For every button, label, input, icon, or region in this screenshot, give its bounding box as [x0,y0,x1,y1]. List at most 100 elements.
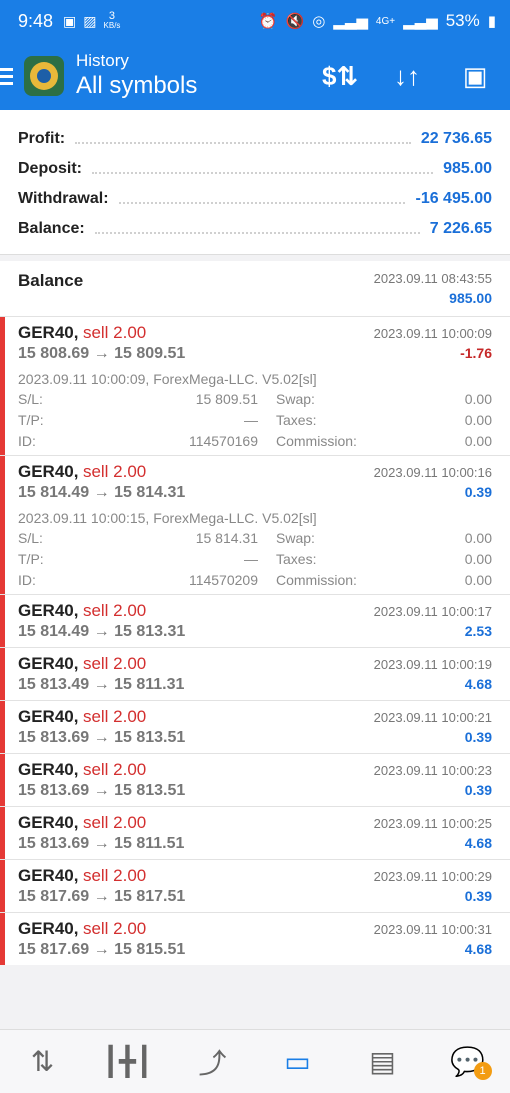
messages-icon[interactable]: 💬 1 [446,1040,492,1084]
deal-time: 2023.09.11 10:00:09 [373,326,492,341]
mute-icon: 🔇 [285,13,305,30]
summary-label: Profit: [18,130,66,147]
header-titles[interactable]: History All symbols [76,51,197,101]
balance-entry-time: 2023.09.11 08:43:55 [373,271,492,286]
deal-row[interactable]: GER40, sell 2.00 2023.09.11 10:00:29 15 81… [0,859,510,912]
deal-profit: -1.76 [460,345,492,361]
battery-icon: ▮ [487,13,496,30]
deal-side: sell 2.00 [82,654,147,673]
header-title: All symbols [76,72,198,99]
deal-prices: 15 808.69 → 15 809.51 [18,345,186,362]
deal-time: 2023.09.11 10:00:25 [373,816,492,831]
deal-comment: 2023.09.11 10:00:09, ForexMega-LLC. V5.0… [18,371,317,387]
detail-label: Swap: [276,530,315,546]
deal-prices: 15 814.49 → 15 813.31 [18,623,186,640]
detail-value: 15 809.51 [195,391,258,407]
deal-row[interactable]: GER40, sell 2.00 2023.09.11 10:00:31 15 81… [0,912,510,965]
summary-label: Deposit: [18,160,82,177]
summary-deposit: Deposit: 985.00 [18,154,492,184]
deal-profit: 4.68 [464,835,492,851]
deal-prices: 15 817.69 → 15 817.51 [18,888,186,905]
deal-profit: 4.68 [464,941,492,957]
deal-symbol: GER40, [18,760,79,779]
detail-label: ID: [18,572,36,588]
dollar-exchange-icon[interactable]: $⇅ [322,61,358,92]
deal-profit: 0.39 [464,729,492,745]
deal-profit: 0.39 [464,484,492,500]
detail-label: Taxes: [276,412,317,428]
deal-time: 2023.09.11 10:00:29 [373,869,492,884]
deal-profit: 0.39 [464,782,492,798]
history-icon[interactable]: ▭ [276,1040,320,1084]
balance-entry[interactable]: Balance 2023.09.11 08:43:55 985.00 [0,261,510,316]
dotted-leader [94,224,420,234]
detail-label: T/P: [18,412,44,428]
summary-value: 985.00 [443,160,492,177]
deal-prices: 15 817.69 → 15 815.51 [18,941,186,958]
network-type: 4G+ [375,15,396,27]
detail-label: S/L: [18,391,43,407]
deal-side: sell 2.00 [82,707,147,726]
deal-side: sell 2.00 [82,601,147,620]
chart-icon[interactable]: ┃╋┃ [102,1040,153,1084]
detail-label: Swap: [276,391,315,407]
trade-icon[interactable]: ⤴ [191,1040,235,1084]
deal-side: sell 2.00 [82,462,147,481]
deal-row[interactable]: GER40, sell 2.00 2023.09.11 10:00:21 15 81… [0,700,510,753]
detail-value: 0.00 [464,433,492,449]
notification-badge: 1 [473,1061,492,1080]
calendar-icon[interactable]: ▣ [458,61,492,92]
deal-symbol: GER40, [18,707,79,726]
deal-row[interactable]: GER40, sell 2.00 2023.09.11 10:00:09 15 80… [0,316,510,455]
detail-value: 0.00 [464,551,492,567]
speed-unit: KB/s [103,21,121,30]
detail-value: — [244,412,258,428]
deal-comment: 2023.09.11 10:00:15, ForexMega-LLC. V5.0… [18,510,317,526]
balance-entry-amount: 985.00 [449,290,492,306]
detail-label: ID: [18,433,36,449]
deal-row[interactable]: GER40, sell 2.00 2023.09.11 10:00:25 15 81… [0,806,510,859]
deal-row[interactable]: GER40, sell 2.00 2023.09.11 10:00:23 15 81… [0,753,510,806]
summary-withdrawal: Withdrawal: -16 495.00 [18,184,492,214]
detail-value: 114570169 [188,433,258,449]
signal-icon: ▂▃▅ [333,13,368,30]
menu-icon[interactable] [0,67,18,85]
deal-profit: 0.39 [464,888,492,904]
detail-value: 0.00 [464,412,492,428]
detail-label: T/P: [18,551,44,567]
deal-row[interactable]: GER40, sell 2.00 2023.09.11 10:00:17 15 81… [0,594,510,647]
news-icon[interactable]: ▤ [361,1040,405,1084]
summary-balance: Balance: 7 226.65 [18,214,492,244]
sort-icon[interactable]: ↓↑ [390,61,424,92]
deal-symbol: GER40, [18,866,79,885]
deal-time: 2023.09.11 10:00:19 [373,657,492,672]
top-bar: 9:48 ▣ ▨ 3 KB/s ⏰ 🔇 ◎ ▂▃▅ 4G+ ▂▃▅ 53% ▮ … [0,0,510,110]
history-summary: Profit: 22 736.65 Deposit: 985.00 Withdr… [0,110,510,255]
deal-symbol: GER40, [18,601,79,620]
deal-prices: 15 813.69 → 15 813.51 [18,729,186,746]
deal-symbol: GER40, [18,919,79,938]
deal-row[interactable]: GER40, sell 2.00 2023.09.11 10:00:19 15 81… [0,647,510,700]
deal-prices: 15 813.49 → 15 811.31 [18,676,185,693]
screen-record-icon: ▣ [63,12,77,29]
deal-time: 2023.09.11 10:00:23 [373,763,492,778]
detail-value: 0.00 [464,572,492,588]
quotes-icon[interactable]: ⇅ [21,1040,65,1084]
deal-row[interactable]: GER40, sell 2.00 2023.09.11 10:00:16 15 81… [0,455,510,594]
detail-label: S/L: [18,530,43,546]
dotted-leader [75,134,411,144]
detail-value: — [244,551,258,567]
deal-side: sell 2.00 [82,866,147,885]
detail-value: 0.00 [464,530,492,546]
deals-container: GER40, sell 2.00 2023.09.11 10:00:09 15 80… [0,316,510,965]
hotspot-icon: ◎ [312,13,326,30]
header-subtitle: History [76,51,129,70]
summary-value: 22 736.65 [420,130,492,147]
detail-label: Commission: [276,572,357,588]
summary-label: Withdrawal: [18,190,109,207]
deal-profit: 4.68 [464,676,492,692]
network-speed: 3 KB/s [104,11,121,31]
detail-value: 114570209 [188,572,258,588]
summary-profit: Profit: 22 736.65 [18,124,492,154]
deal-side: sell 2.00 [82,323,147,342]
